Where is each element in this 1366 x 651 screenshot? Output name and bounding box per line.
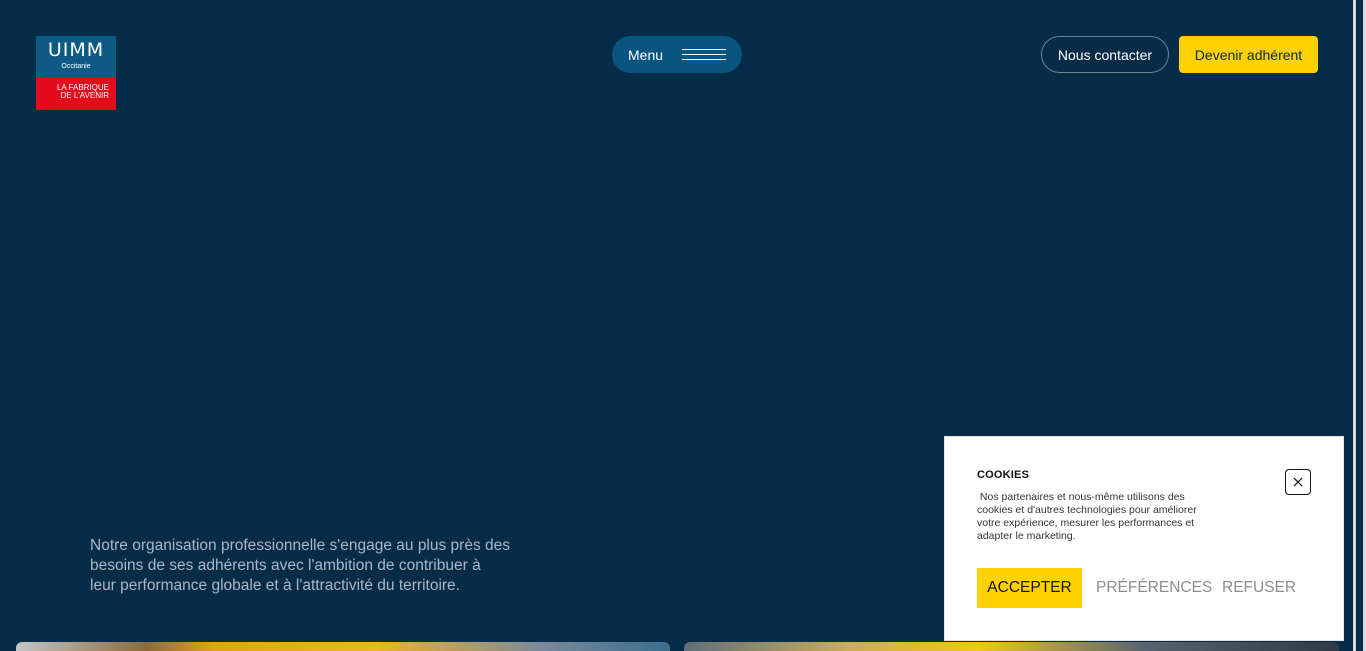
card-image-left[interactable] [16,642,670,651]
hero-intro-text: Notre organisation professionnelle s'eng… [90,536,510,596]
card-image-right[interactable] [684,642,1339,651]
close-icon[interactable] [1285,469,1311,495]
cookie-title: COOKIES [977,469,1029,481]
page-scrollbar[interactable] [1353,0,1366,651]
menu-button[interactable]: Menu [612,36,742,73]
scrollbar-thumb[interactable] [1356,0,1363,651]
contact-button[interactable]: Nous contacter [1041,36,1169,73]
menu-label: Menu [628,47,663,63]
page: UIMM Occitanie LA FABRIQUE DE L'AVENIR M… [0,0,1366,651]
cookie-accept-button[interactable]: ACCEPTER [977,568,1082,608]
logo-region: Occitanie [36,62,116,71]
logo-tagline-line2: DE L'AVENIR [36,92,109,100]
logo-title: UIMM [36,40,116,60]
cookie-refuse-button[interactable]: REFUSER [1222,568,1296,608]
logo-top-block: UIMM Occitanie [36,36,116,77]
cookie-preferences-button[interactable]: PRÉFÉRENCES [1096,568,1212,608]
cookie-banner: COOKIES Nos partenaires et nous-même uti… [944,436,1344,641]
logo-tagline: LA FABRIQUE DE L'AVENIR [36,77,116,110]
cookie-description: Nos partenaires et nous-même utilisons d… [977,491,1217,543]
uimm-logo[interactable]: UIMM Occitanie LA FABRIQUE DE L'AVENIR [36,36,116,110]
hamburger-icon [682,49,726,61]
become-member-button[interactable]: Devenir adhérent [1179,36,1318,73]
